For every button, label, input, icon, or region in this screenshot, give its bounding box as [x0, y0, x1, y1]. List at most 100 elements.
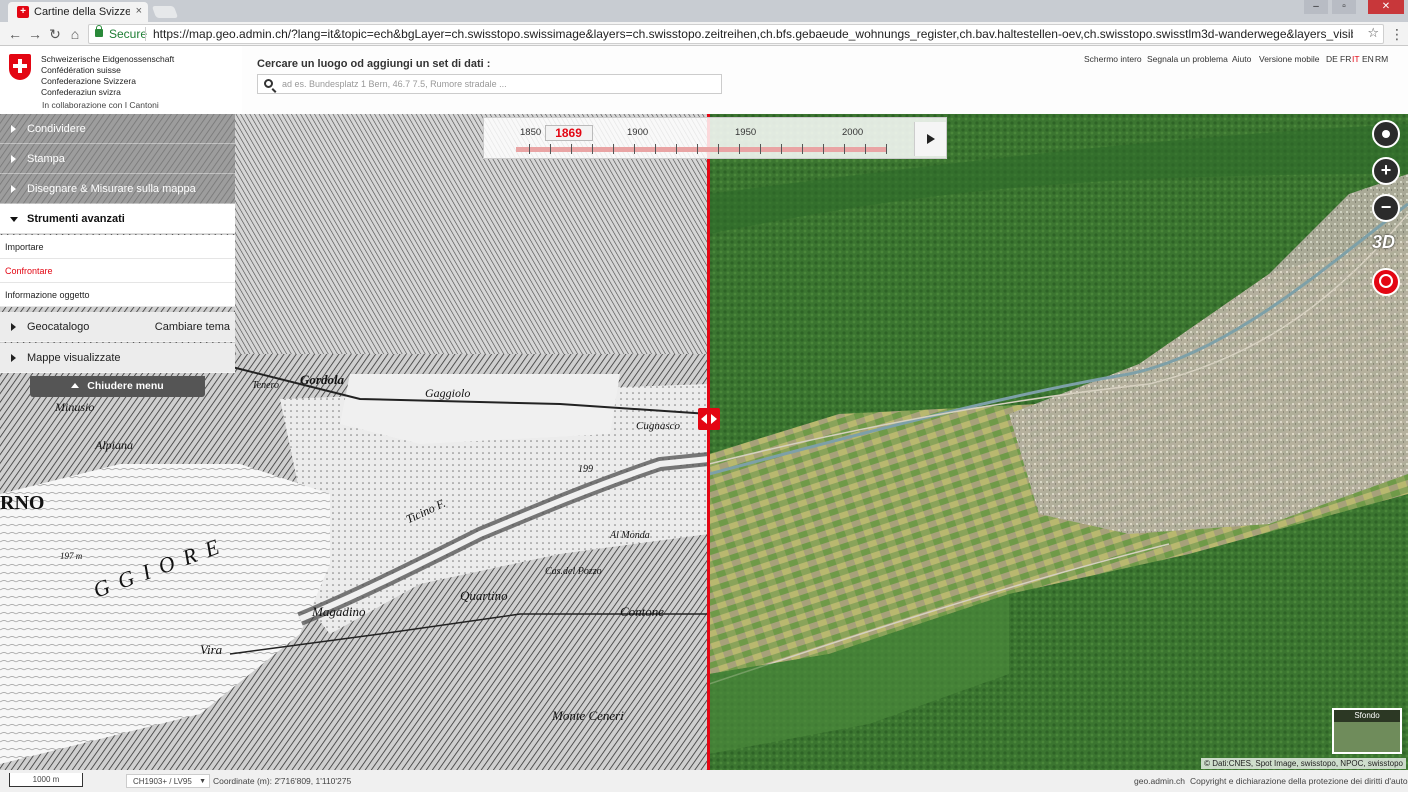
chevron-right-icon — [11, 125, 16, 133]
label-monte-ceneri: Monte Ceneri — [552, 708, 624, 723]
minimize-button[interactable]: – — [1304, 0, 1328, 14]
bookmark-star-icon[interactable]: ☆ — [1367, 25, 1379, 41]
chevron-right-icon — [11, 323, 16, 331]
zoom-out-button[interactable]: − — [1372, 194, 1400, 222]
back-icon[interactable]: ← — [6, 25, 24, 43]
link-help[interactable]: Aiuto — [1232, 54, 1251, 64]
tool-object-info[interactable]: Informazione oggetto — [0, 283, 235, 307]
menu-advanced-tools[interactable]: Strumenti avanzati — [0, 204, 235, 234]
menu-geocatalog-label: Geocatalogo — [27, 321, 90, 333]
url-text[interactable]: https://map.geo.admin.ch/?lang=it&topic=… — [153, 27, 1353, 41]
timeline-tick — [886, 144, 887, 154]
timeline-tick — [696, 144, 698, 154]
link-geo-admin[interactable]: geo.admin.ch — [1134, 776, 1185, 786]
timeline-tick — [801, 144, 803, 154]
link-report-problem[interactable]: Segnala un problema — [1147, 54, 1228, 64]
brand-line-de: Schweizerische Eidgenossenschaft — [41, 54, 175, 64]
timeline-tick — [780, 144, 782, 154]
label-contone: Contone — [620, 604, 665, 619]
menu-share[interactable]: Condividere — [0, 114, 235, 144]
3d-button[interactable]: 3D — [1372, 232, 1402, 256]
menu-geocatalog[interactable]: Geocatalogo Cambiare tema — [0, 312, 235, 342]
maximize-button[interactable]: ▫ — [1332, 0, 1356, 14]
projection-select[interactable]: CH1903+ / LV95 — [126, 774, 210, 788]
timeline-tick — [528, 144, 530, 154]
browser-menu-icon[interactable]: ⋮ — [1390, 26, 1404, 43]
timeline-tick — [591, 144, 593, 154]
app-header: Schweizerische Eidgenossenschaft Confédé… — [0, 46, 1408, 114]
lang-rm[interactable]: RM — [1375, 54, 1388, 64]
brand-logo[interactable]: Schweizerische Eidgenossenschaft Confédé… — [0, 46, 242, 114]
coordinate-readout: Coordinate (m): 2'716'809, 1'110'275 — [213, 776, 351, 786]
compare-split-line[interactable] — [707, 114, 710, 770]
chevron-right-icon — [11, 155, 16, 163]
menu-visible-maps[interactable]: Mappe visualizzate — [0, 343, 235, 373]
timeline-tick — [612, 144, 614, 154]
brand-line-rm: Confederaziun svizra — [41, 87, 121, 97]
lang-de[interactable]: DE — [1326, 54, 1338, 64]
tab-close-icon[interactable]: × — [136, 5, 142, 17]
label-vira: Vira — [200, 642, 223, 657]
timeline-tick — [717, 144, 719, 154]
chevron-right-icon — [11, 185, 16, 193]
search-box[interactable] — [257, 74, 722, 94]
geolocate-button[interactable] — [1372, 120, 1400, 148]
swiss-shield-icon — [9, 54, 31, 80]
link-copyright[interactable]: Copyright e dichiarazione della protezio… — [1190, 776, 1408, 786]
lock-icon — [95, 25, 103, 37]
tool-compare-label: Confrontare — [5, 266, 53, 276]
menu-print[interactable]: Stampa — [0, 144, 235, 174]
search-input[interactable] — [280, 76, 710, 92]
change-topic-link[interactable]: Cambiare tema — [155, 321, 230, 333]
reload-icon[interactable]: ↻ — [46, 25, 64, 43]
home-icon[interactable]: ⌂ — [66, 25, 84, 43]
tool-import-label: Importare — [5, 242, 44, 252]
browser-tab[interactable]: + Cartine della Svizzera - G × — [8, 2, 148, 22]
label-minusio: Minusio — [55, 400, 95, 414]
close-menu-label: Chiudere menu — [87, 380, 164, 392]
timeline-tick — [738, 144, 740, 154]
lang-it[interactable]: IT — [1352, 54, 1360, 64]
label-elevation-197: 197 m — [60, 551, 83, 561]
target-icon — [1382, 130, 1390, 138]
timeline-label-1950: 1950 — [735, 127, 757, 138]
close-window-button[interactable]: ✕ — [1368, 0, 1404, 14]
timeline-slider[interactable]: 1850 1900 1950 2000 1869 — [483, 117, 947, 159]
timeline-tick — [675, 144, 677, 154]
coordinate-label: Coordinate (m): — [213, 776, 273, 786]
forward-icon[interactable]: → — [26, 25, 44, 43]
background-label: Sfondo — [1334, 710, 1400, 722]
lang-fr[interactable]: FR — [1340, 54, 1351, 64]
timeline-current-year[interactable]: 1869 — [544, 125, 593, 141]
tool-compare[interactable]: Confrontare — [0, 259, 235, 283]
time-travel-button[interactable] — [1372, 268, 1400, 296]
compare-swipe-handle[interactable] — [698, 408, 720, 430]
coordinate-value: 2'716'809, 1'110'275 — [274, 776, 352, 786]
zoom-in-button[interactable]: + — [1372, 157, 1400, 185]
new-tab-button[interactable] — [151, 6, 179, 18]
clock-icon — [1379, 274, 1393, 288]
map-attribution: © Dati:CNES, Spot Image, swisstopo, NPOC… — [1201, 758, 1406, 769]
close-menu-button[interactable]: Chiudere menu — [30, 376, 205, 397]
scale-bar: 1000 m — [9, 773, 83, 787]
lang-en[interactable]: EN — [1362, 54, 1374, 64]
menu-visible-maps-label: Mappe visualizzate — [27, 352, 121, 364]
label-gordola: Gordola — [300, 372, 345, 387]
tab-title: Cartine della Svizzera - G — [34, 6, 130, 18]
timeline-tick — [570, 144, 572, 154]
menu-draw-measure[interactable]: Disegnare & Misurare sulla mappa — [0, 174, 235, 204]
side-menu: Condividere Stampa Disegnare & Misurare … — [0, 114, 235, 376]
address-bar[interactable]: Secure https://map.geo.admin.ch/?lang=it… — [88, 24, 1384, 44]
tool-import[interactable]: Importare — [0, 235, 235, 259]
label-al-monda: Al Monda — [610, 530, 650, 541]
timeline-play-button[interactable] — [914, 122, 946, 156]
background-selector[interactable]: Sfondo — [1332, 708, 1402, 754]
link-mobile-version[interactable]: Versione mobile — [1259, 54, 1319, 64]
link-fullscreen[interactable]: Schermo intero — [1084, 54, 1142, 64]
timeline-tick — [843, 144, 845, 154]
secure-label: Secure — [109, 27, 148, 41]
aerial-map[interactable] — [709, 114, 1408, 770]
brand-subtitle: In collaborazione con I Cantoni — [42, 100, 159, 110]
label-locarno: RNO — [0, 492, 45, 514]
timeline-tick — [864, 144, 866, 154]
